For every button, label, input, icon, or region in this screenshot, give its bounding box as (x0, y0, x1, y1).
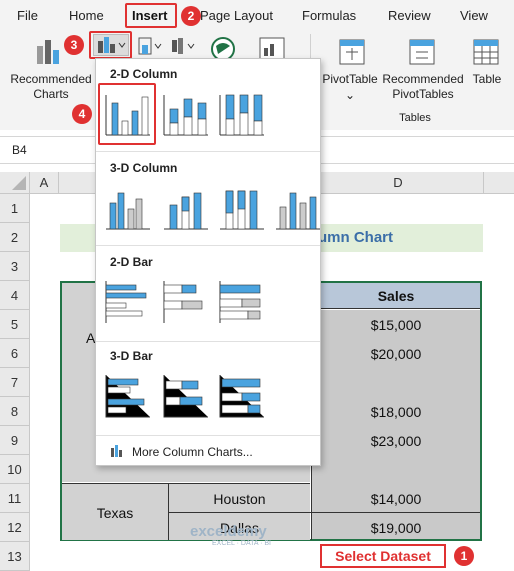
watermark-logo: exceldemy (190, 523, 267, 540)
column-chart-highlight (89, 31, 132, 59)
tab-view[interactable]: View (460, 8, 488, 23)
row-header[interactable]: 10 (0, 455, 30, 484)
3d-column-icon[interactable] (272, 183, 322, 233)
state-fragment: A (86, 330, 96, 346)
pivot-table-label[interactable]: PivotTable (318, 72, 382, 87)
city-houston: Houston (213, 491, 266, 507)
section-3d-column: 3-D Column (110, 161, 178, 175)
sales-value: $19,000 (370, 520, 422, 536)
name-box[interactable]: B4 (12, 143, 27, 157)
tab-file[interactable]: File (17, 8, 38, 23)
watermark-sub: EXCEL · DATA · BI (212, 540, 271, 547)
column-header-a[interactable]: A (30, 172, 59, 194)
3d-stacked-bar-icon[interactable] (160, 371, 210, 421)
menu-separator (96, 435, 320, 436)
recommended-pivot-label[interactable]: Recommended PivotTables (380, 72, 466, 102)
row-header[interactable]: 4 (0, 281, 30, 310)
table-label[interactable]: Table (468, 72, 506, 87)
tab-home[interactable]: Home (69, 8, 104, 23)
pivot-table-icon[interactable] (338, 38, 366, 71)
clustered-bar-icon[interactable] (102, 277, 152, 327)
row-header[interactable]: 9 (0, 426, 30, 455)
column-chart-dropdown: 2-D Column 4 3-D Column 2-D Bar 3-D Bar (72, 58, 322, 466)
stacked-bar-icon[interactable] (160, 277, 210, 327)
cell-divider (168, 512, 480, 513)
menu-separator (96, 151, 320, 152)
section-2d-column: 2-D Column (110, 67, 178, 81)
3d-clustered-bar-icon[interactable] (102, 371, 152, 421)
more-charts-icon (110, 444, 124, 463)
column-header-d[interactable]: D (312, 172, 484, 194)
step-badge-4: 4 (72, 104, 92, 124)
row-header[interactable]: 11 (0, 484, 30, 513)
stacked-column-icon[interactable] (160, 89, 210, 139)
more-column-charts[interactable]: More Column Charts... (132, 445, 253, 459)
section-2d-bar: 2-D Bar (110, 255, 153, 269)
3d-100-stacked-bar-icon[interactable] (216, 371, 266, 421)
row-header[interactable]: 3 (0, 252, 30, 281)
row-header[interactable]: 7 (0, 368, 30, 397)
insert-highlight (125, 3, 177, 28)
tables-group-label: Tables (399, 112, 431, 124)
state-texas: Texas (96, 505, 134, 521)
step-badge-1: 1 (454, 546, 474, 566)
row-header[interactable]: 2 (0, 223, 30, 252)
sales-value: $14,000 (370, 491, 422, 507)
3d-stacked-column-icon[interactable] (160, 183, 210, 233)
menu-separator (96, 245, 320, 246)
3d-clustered-column-icon[interactable] (102, 183, 152, 233)
100-stacked-column-icon[interactable] (216, 89, 266, 139)
select-dataset-label: Select Dataset (320, 544, 446, 568)
3d-100-stacked-column-icon[interactable] (216, 183, 266, 233)
recommended-pivot-icon[interactable] (408, 38, 436, 71)
row-header[interactable]: 8 (0, 397, 30, 426)
recommended-charts-label[interactable]: Recommended Charts (6, 72, 96, 102)
sales-value: $20,000 (370, 346, 422, 362)
step-badge-2: 2 (181, 6, 201, 26)
tab-review[interactable]: Review (388, 8, 431, 23)
tab-formulas[interactable]: Formulas (302, 8, 356, 23)
pivot-table-dropdown-icon[interactable]: ⌄ (345, 88, 355, 103)
recommended-charts-icon[interactable] (35, 38, 63, 71)
sales-value: $15,000 (370, 317, 422, 333)
100-stacked-bar-icon[interactable] (216, 277, 266, 327)
table-icon[interactable] (472, 38, 500, 71)
sales-value: $23,000 (370, 433, 422, 449)
sales-header: Sales (377, 288, 415, 304)
step-badge-3: 3 (64, 35, 84, 55)
section-3d-bar: 3-D Bar (110, 349, 153, 363)
clustered-column-highlight (98, 83, 156, 145)
sales-value: $18,000 (370, 404, 422, 420)
menu-separator (96, 341, 320, 342)
row-header[interactable]: 6 (0, 339, 30, 368)
row-header[interactable]: 13 (0, 542, 30, 571)
row-header[interactable]: 12 (0, 513, 30, 542)
row-header[interactable]: 5 (0, 310, 30, 339)
tab-page-layout[interactable]: Page Layout (200, 8, 273, 23)
row-header[interactable]: 1 (0, 194, 30, 223)
select-all-corner[interactable] (0, 172, 30, 194)
sheet-title: umn Chart (318, 229, 393, 246)
